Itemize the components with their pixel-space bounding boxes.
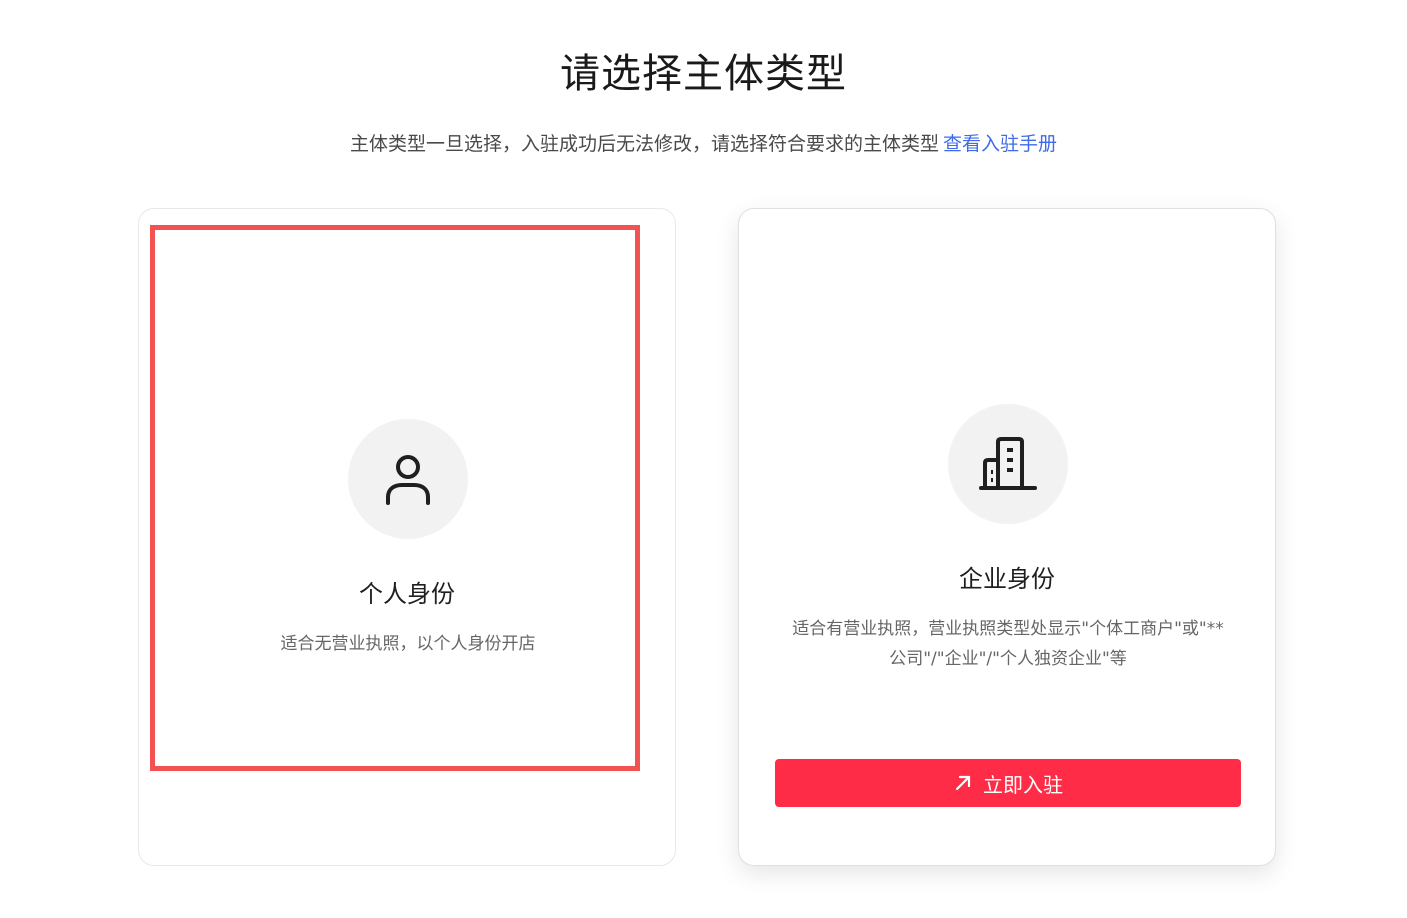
enterprise-description-line-1: 适合有营业执照，营业执照类型处显示"个体工商户"或"** [792,619,1224,639]
personal-identity-card[interactable]: 个人身份 适合无营业执照，以个人身份开店 [138,208,676,866]
enter-now-button[interactable]: 立即入驻 [775,759,1241,807]
enterprise-icon-circle [948,404,1068,524]
enter-now-label: 立即入驻 [983,772,1063,797]
page-title: 请选择主体类型 [560,51,847,97]
arrow-up-right-icon [953,773,973,793]
user-icon [386,455,430,505]
personal-icon-circle [348,419,468,539]
view-manual-link[interactable]: 查看入驻手册 [943,133,1057,155]
enterprise-card-description: 适合有营业执照，营业执照类型处显示"个体工商户"或"** 公司"/"企业"/"个… [779,614,1237,674]
enterprise-description-line-2: 公司"/"企业"/"个人独资企业"等 [889,649,1127,669]
enterprise-card-heading: 企业身份 [959,565,1055,593]
page-subtitle: 主体类型一旦选择，入驻成功后无法修改，请选择符合要求的主体类型 查看入驻手册 [0,130,1407,158]
personal-card-description: 适合无营业执照，以个人身份开店 [280,634,536,654]
entity-type-page: 请选择主体类型 主体类型一旦选择，入驻成功后无法修改，请选择符合要求的主体类型查… [0,0,1407,918]
subtitle-text: 主体类型一旦选择，入驻成功后无法修改，请选择符合要求的主体类型 [349,133,939,155]
building-icon [979,437,1037,490]
enterprise-identity-card[interactable]: 企业身份 适合有营业执照，营业执照类型处显示"个体工商户"或"** 公司"/"企… [738,208,1276,866]
personal-card-heading: 个人身份 [359,580,455,608]
